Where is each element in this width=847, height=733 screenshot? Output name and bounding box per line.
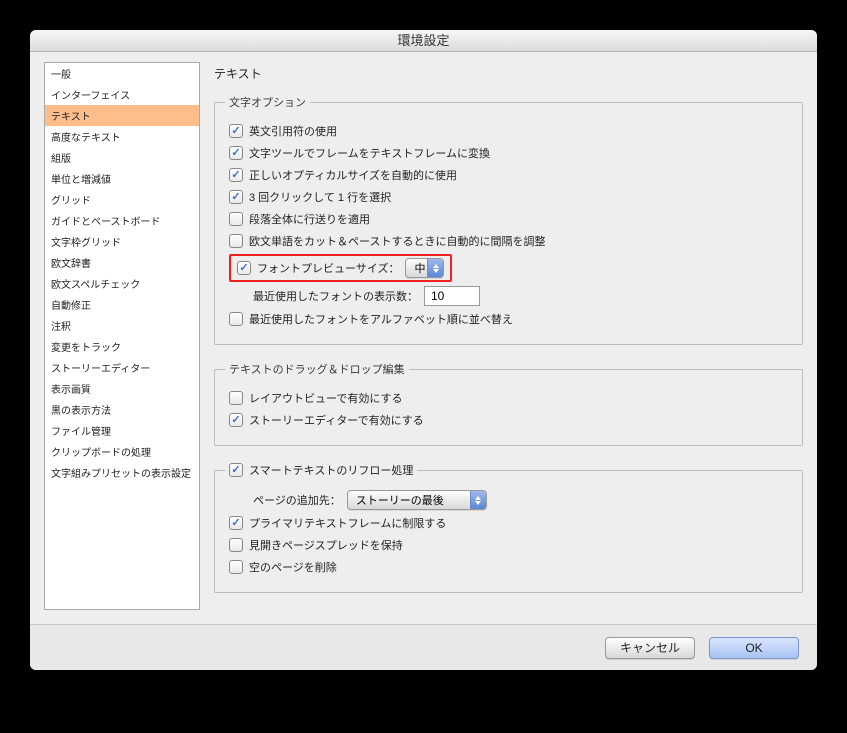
label-preserve-spreads: 見開きページスプレッドを保持: [249, 537, 403, 553]
sidebar-item[interactable]: 黒の表示方法: [45, 399, 199, 420]
sidebar-item[interactable]: 高度なテキスト: [45, 126, 199, 147]
input-recent-fonts[interactable]: [424, 286, 480, 306]
checkbox-font-preview[interactable]: [237, 261, 251, 275]
label-story-editor: ストーリーエディターで有効にする: [249, 412, 424, 428]
sidebar-item[interactable]: 単位と増減値: [45, 168, 199, 189]
checkbox-primary-frame[interactable]: [229, 516, 243, 530]
main-panel: テキスト 文字オプション 英文引用符の使用 文字ツールでフレームをテキストフレー…: [214, 62, 803, 610]
sidebar-item[interactable]: グリッド: [45, 189, 199, 210]
label-convert-frame: 文字ツールでフレームをテキストフレームに変換: [249, 145, 490, 161]
checkbox-quotes[interactable]: [229, 124, 243, 138]
sidebar-item[interactable]: テキスト: [45, 105, 199, 126]
sidebar-item[interactable]: クリップボードの処理: [45, 441, 199, 462]
label-triple-click: 3 回クリックして 1 行を選択: [249, 189, 391, 205]
label-recent-alpha: 最近使用したフォントをアルファベット順に並べ替え: [249, 311, 513, 327]
cancel-button[interactable]: キャンセル: [605, 637, 695, 659]
checkbox-story-editor[interactable]: [229, 413, 243, 427]
window-title: 環境設定: [30, 30, 817, 52]
prefs-sidebar: 一般インターフェイステキスト高度なテキスト組版単位と増減値グリッドガイドとペース…: [44, 62, 200, 610]
sidebar-item[interactable]: インターフェイス: [45, 84, 199, 105]
label-paste-spacing: 欧文単語をカット＆ペーストするときに自動的に間隔を調整: [249, 233, 545, 249]
sidebar-item[interactable]: 文字組みプリセットの表示設定: [45, 462, 199, 483]
checkbox-recent-alpha[interactable]: [229, 312, 243, 326]
sidebar-item[interactable]: 自動修正: [45, 294, 199, 315]
checkbox-preserve-spreads[interactable]: [229, 538, 243, 552]
select-value: ストーリーの最後: [356, 492, 444, 508]
panel-title: テキスト: [214, 65, 803, 82]
sidebar-item[interactable]: 変更をトラック: [45, 336, 199, 357]
label-layout-view: レイアウトビューで有効にする: [249, 390, 402, 406]
sidebar-item[interactable]: 表示画質: [45, 378, 199, 399]
group-legend: テキストのドラッグ＆ドロップ編集: [225, 361, 409, 377]
label-optical-size: 正しいオプティカルサイズを自動的に使用: [249, 167, 457, 183]
chevrons-icon: [427, 259, 443, 277]
checkbox-smart-reflow[interactable]: [229, 463, 243, 477]
select-add-pages[interactable]: ストーリーの最後: [347, 490, 487, 510]
ok-button[interactable]: OK: [709, 637, 799, 659]
group-legend: スマートテキストのリフロー処理: [225, 462, 417, 478]
group-text-options: 文字オプション 英文引用符の使用 文字ツールでフレームをテキストフレームに変換 …: [214, 94, 803, 345]
group-drag-drop: テキストのドラッグ＆ドロップ編集 レイアウトビューで有効にする ストーリーエディ…: [214, 361, 803, 446]
checkbox-optical-size[interactable]: [229, 168, 243, 182]
select-value: 中: [414, 260, 425, 276]
sidebar-item[interactable]: 文字枠グリッド: [45, 231, 199, 252]
sidebar-item[interactable]: 組版: [45, 147, 199, 168]
label-delete-empty: 空のページを削除: [249, 559, 337, 575]
checkbox-paste-spacing[interactable]: [229, 234, 243, 248]
sidebar-item[interactable]: 欧文スペルチェック: [45, 273, 199, 294]
select-font-preview-size[interactable]: 中: [405, 258, 444, 278]
sidebar-item[interactable]: 欧文辞書: [45, 252, 199, 273]
group-legend: 文字オプション: [225, 94, 310, 110]
preferences-window: 環境設定 一般インターフェイステキスト高度なテキスト組版単位と増減値グリッドガイ…: [30, 30, 817, 670]
label-quotes: 英文引用符の使用: [249, 123, 337, 139]
dialog-footer: キャンセル OK: [30, 624, 817, 670]
sidebar-item[interactable]: ストーリーエディター: [45, 357, 199, 378]
checkbox-convert-frame[interactable]: [229, 146, 243, 160]
label-paragraph-leading: 段落全体に行送りを適用: [249, 211, 370, 227]
sidebar-item[interactable]: 一般: [45, 63, 199, 84]
checkbox-delete-empty[interactable]: [229, 560, 243, 574]
sidebar-item[interactable]: ファイル管理: [45, 420, 199, 441]
label-font-preview: フォントプレビューサイズ：: [257, 260, 399, 276]
chevrons-icon: [470, 491, 486, 509]
label-recent-fonts: 最近使用したフォントの表示数：: [253, 288, 418, 304]
group-smart-reflow: スマートテキストのリフロー処理 ページの追加先： ストーリーの最後 プライマリテ…: [214, 462, 803, 593]
label-add-pages: ページの追加先：: [253, 492, 341, 508]
checkbox-layout-view[interactable]: [229, 391, 243, 405]
checkbox-triple-click[interactable]: [229, 190, 243, 204]
font-preview-highlight: フォントプレビューサイズ： 中: [229, 254, 452, 282]
sidebar-item[interactable]: ガイドとペーストボード: [45, 210, 199, 231]
sidebar-item[interactable]: 注釈: [45, 315, 199, 336]
label-primary-frame: プライマリテキストフレームに制限する: [249, 515, 446, 531]
label-smart-reflow: スマートテキストのリフロー処理: [249, 462, 413, 478]
content-area: 一般インターフェイステキスト高度なテキスト組版単位と増減値グリッドガイドとペース…: [30, 52, 817, 624]
checkbox-paragraph-leading[interactable]: [229, 212, 243, 226]
